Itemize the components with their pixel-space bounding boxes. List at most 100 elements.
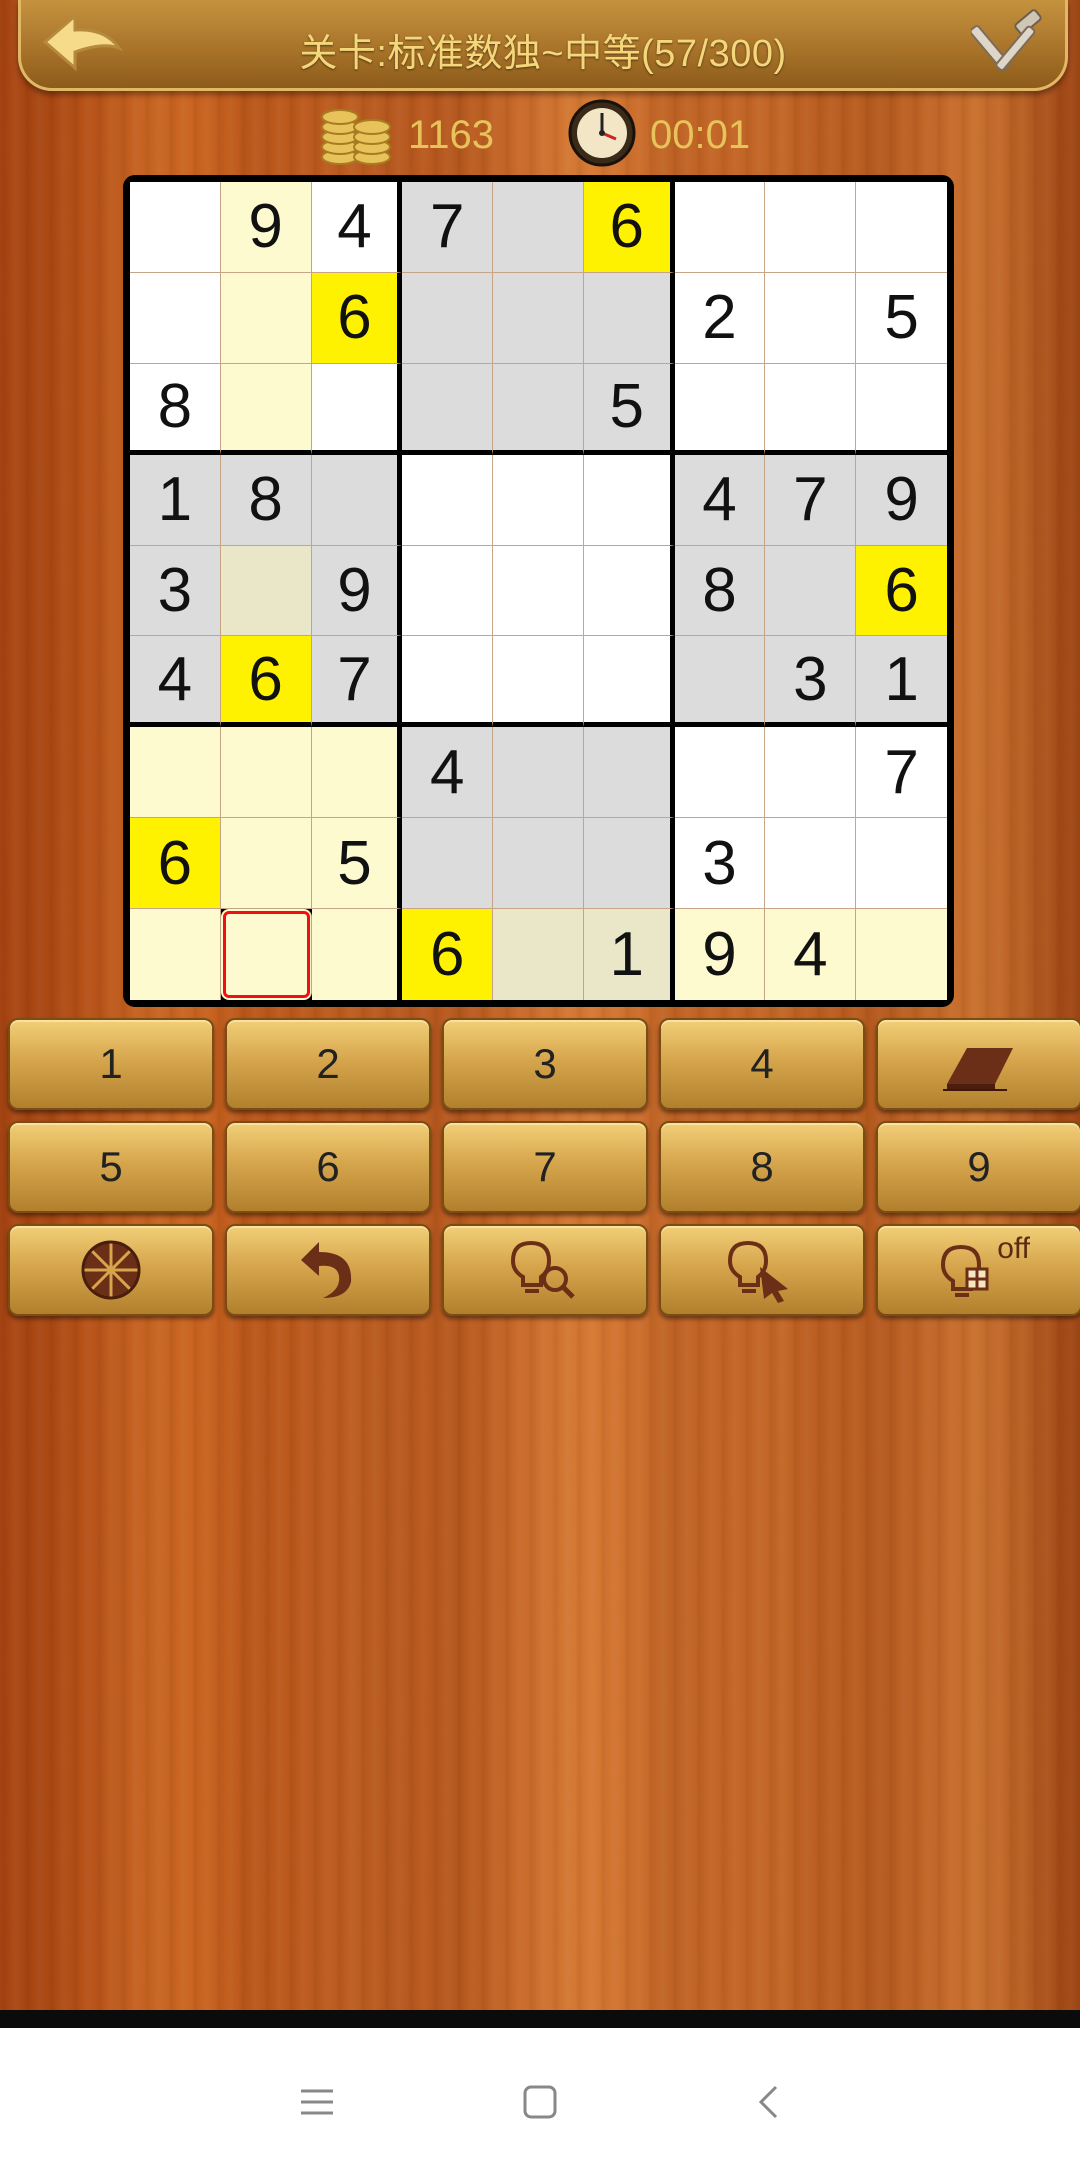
sudoku-cell-r9-c6[interactable]: 1: [583, 909, 675, 1000]
sudoku-cell-r2-c2[interactable]: [220, 272, 312, 364]
sudoku-cell-r2-c5[interactable]: [493, 272, 584, 364]
settings-tools-button[interactable]: [969, 8, 1051, 80]
sudoku-cell-r7-c1[interactable]: [130, 727, 221, 819]
wheel-button[interactable]: [8, 1224, 214, 1316]
sudoku-cell-r2-c7[interactable]: 2: [674, 272, 766, 364]
digit-5-button[interactable]: 5: [8, 1121, 214, 1213]
sudoku-cell-r4-c1[interactable]: 1: [130, 454, 221, 546]
digit-9-button[interactable]: 9: [876, 1121, 1080, 1213]
menu-nav-button[interactable]: [287, 2072, 347, 2132]
sudoku-cell-r3-c3[interactable]: [311, 363, 403, 455]
sudoku-cell-r6-c3[interactable]: 7: [311, 636, 403, 728]
sudoku-cell-r3-c5[interactable]: [493, 363, 584, 455]
sudoku-cell-r3-c7[interactable]: [674, 363, 766, 455]
sudoku-cell-r4-c9[interactable]: 9: [856, 454, 947, 546]
sudoku-cell-r6-c2[interactable]: 6: [220, 636, 312, 728]
sudoku-cell-r3-c9[interactable]: [856, 363, 947, 455]
sudoku-cell-r9-c9[interactable]: [856, 909, 947, 1000]
sudoku-cell-r4-c4[interactable]: [402, 454, 494, 546]
sudoku-cell-r8-c6[interactable]: [583, 818, 675, 910]
sudoku-cell-r7-c8[interactable]: [765, 727, 857, 819]
digit-8-button[interactable]: 8: [659, 1121, 865, 1213]
sudoku-cell-r2-c6[interactable]: [583, 272, 675, 364]
sudoku-cell-r6-c5[interactable]: [493, 636, 584, 728]
sudoku-cell-r4-c3[interactable]: [311, 454, 403, 546]
sudoku-cell-r8-c7[interactable]: 3: [674, 818, 766, 910]
sudoku-cell-r4-c8[interactable]: 7: [765, 454, 857, 546]
sudoku-cell-r2-c3[interactable]: 6: [311, 272, 403, 364]
sudoku-cell-r8-c2[interactable]: [220, 818, 312, 910]
sudoku-cell-r4-c2[interactable]: 8: [220, 454, 312, 546]
sudoku-cell-r6-c8[interactable]: 3: [765, 636, 857, 728]
sudoku-cell-r9-c3[interactable]: [311, 909, 403, 1000]
sudoku-cell-r7-c7[interactable]: [674, 727, 766, 819]
sudoku-cell-r1-c8[interactable]: [765, 182, 857, 273]
digit-6-button[interactable]: 6: [225, 1121, 431, 1213]
sudoku-cell-r3-c8[interactable]: [765, 363, 857, 455]
sudoku-cell-r1-c6[interactable]: 6: [583, 182, 675, 273]
sudoku-cell-r6-c7[interactable]: [674, 636, 766, 728]
sudoku-cell-r1-c9[interactable]: [856, 182, 947, 273]
sudoku-cell-r2-c1[interactable]: [130, 272, 221, 364]
sudoku-cell-r5-c4[interactable]: [402, 545, 494, 637]
sudoku-cell-r9-c8[interactable]: 4: [765, 909, 857, 1000]
sudoku-cell-r6-c9[interactable]: 1: [856, 636, 947, 728]
sudoku-cell-r7-c6[interactable]: [583, 727, 675, 819]
sudoku-cell-r2-c9[interactable]: 5: [856, 272, 947, 364]
sudoku-cell-r9-c2[interactable]: [220, 909, 312, 1000]
sudoku-cell-r8-c1[interactable]: 6: [130, 818, 221, 910]
digit-4-button[interactable]: 4: [659, 1018, 865, 1110]
sudoku-cell-r3-c4[interactable]: [402, 363, 494, 455]
sudoku-cell-r8-c5[interactable]: [493, 818, 584, 910]
sudoku-cell-r1-c2[interactable]: 9: [220, 182, 312, 273]
sudoku-cell-r4-c5[interactable]: [493, 454, 584, 546]
sudoku-cell-r5-c2[interactable]: [220, 545, 312, 637]
sudoku-cell-r7-c4[interactable]: 4: [402, 727, 494, 819]
digit-3-button[interactable]: 3: [442, 1018, 648, 1110]
sudoku-cell-r1-c3[interactable]: 4: [311, 182, 403, 273]
sudoku-cell-r5-c1[interactable]: 3: [130, 545, 221, 637]
eraser-button[interactable]: [876, 1018, 1080, 1110]
undo-button[interactable]: [225, 1224, 431, 1316]
hint-pointer-button[interactable]: [659, 1224, 865, 1316]
digit-1-button[interactable]: 1: [8, 1018, 214, 1110]
sudoku-cell-r7-c3[interactable]: [311, 727, 403, 819]
digit-7-button[interactable]: 7: [442, 1121, 648, 1213]
sudoku-cell-r9-c1[interactable]: [130, 909, 221, 1000]
sudoku-cell-r6-c6[interactable]: [583, 636, 675, 728]
sudoku-cell-r3-c1[interactable]: 8: [130, 363, 221, 455]
sudoku-cell-r5-c7[interactable]: 8: [674, 545, 766, 637]
sudoku-cell-r9-c4[interactable]: 6: [402, 909, 494, 1000]
sudoku-cell-r8-c8[interactable]: [765, 818, 857, 910]
hint-search-button[interactable]: [442, 1224, 648, 1316]
sudoku-cell-r6-c4[interactable]: [402, 636, 494, 728]
sudoku-cell-r3-c6[interactable]: 5: [583, 363, 675, 455]
sudoku-cell-r9-c7[interactable]: 9: [674, 909, 766, 1000]
sudoku-cell-r7-c9[interactable]: 7: [856, 727, 947, 819]
sudoku-cell-r4-c6[interactable]: [583, 454, 675, 546]
sudoku-cell-r8-c4[interactable]: [402, 818, 494, 910]
sudoku-cell-r5-c8[interactable]: [765, 545, 857, 637]
sudoku-cell-r9-c5[interactable]: [493, 909, 584, 1000]
sudoku-cell-r4-c7[interactable]: 4: [674, 454, 766, 546]
sudoku-cell-r2-c4[interactable]: [402, 272, 494, 364]
hint-toggle-button[interactable]: off: [876, 1224, 1080, 1316]
sudoku-cell-r5-c5[interactable]: [493, 545, 584, 637]
sudoku-cell-r6-c1[interactable]: 4: [130, 636, 221, 728]
sudoku-cell-r1-c7[interactable]: [674, 182, 766, 273]
sudoku-cell-r1-c5[interactable]: [493, 182, 584, 273]
sudoku-cell-r8-c9[interactable]: [856, 818, 947, 910]
sudoku-cell-r2-c8[interactable]: [765, 272, 857, 364]
sudoku-cell-r7-c5[interactable]: [493, 727, 584, 819]
sudoku-cell-r3-c2[interactable]: [220, 363, 312, 455]
digit-2-button[interactable]: 2: [225, 1018, 431, 1110]
sudoku-cell-r7-c2[interactable]: [220, 727, 312, 819]
sudoku-cell-r8-c3[interactable]: 5: [311, 818, 403, 910]
sudoku-cell-r5-c9[interactable]: 6: [856, 545, 947, 637]
sudoku-cell-r5-c3[interactable]: 9: [311, 545, 403, 637]
back-nav-button[interactable]: [738, 2072, 798, 2132]
home-nav-button[interactable]: [510, 2072, 570, 2132]
sudoku-cell-r5-c6[interactable]: [583, 545, 675, 637]
sudoku-cell-r1-c1[interactable]: [130, 182, 221, 273]
sudoku-cell-r1-c4[interactable]: 7: [402, 182, 494, 273]
